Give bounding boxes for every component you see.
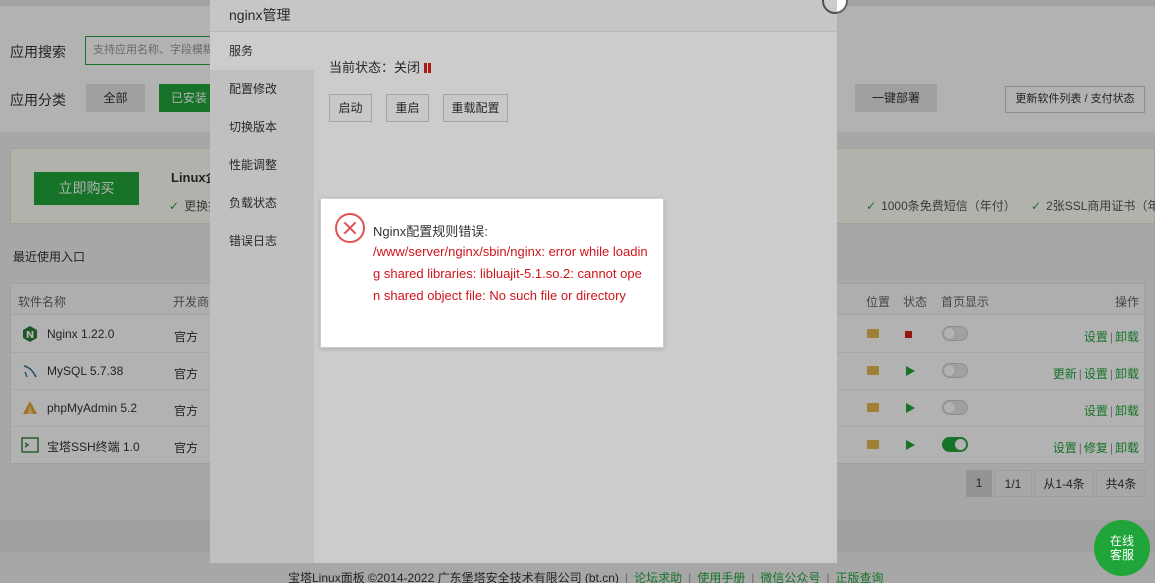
error-title: Nginx配置规则错误: <box>373 224 488 239</box>
error-icon <box>335 213 365 243</box>
online-support-button[interactable]: 在线 客服 <box>1094 520 1150 576</box>
support-label-line1: 在线 <box>1109 534 1134 548</box>
error-message-box: Nginx配置规则错误: /www/server/nginx/sbin/ngin… <box>320 198 664 348</box>
support-label-line2: 客服 <box>1109 548 1134 562</box>
error-message: /www/server/nginx/sbin/nginx: error whil… <box>373 244 648 303</box>
